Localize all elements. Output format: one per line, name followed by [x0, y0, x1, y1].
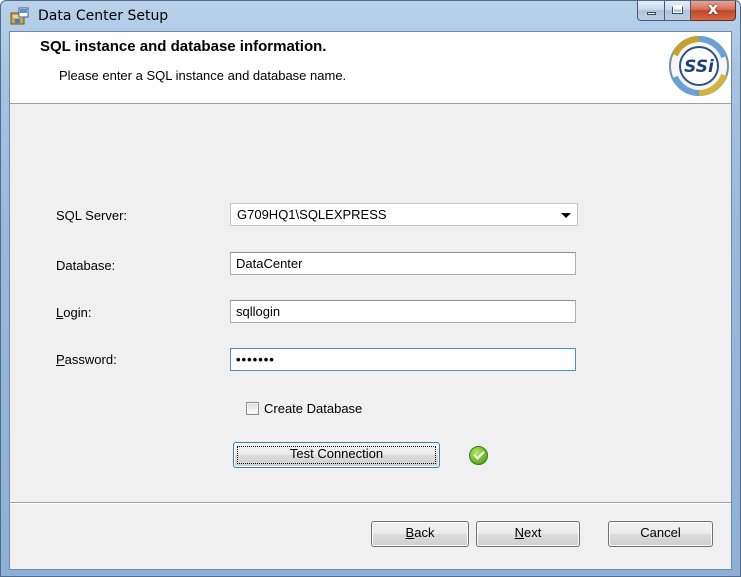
- back-accel: B: [405, 525, 415, 540]
- password-value: •••••••: [236, 352, 275, 367]
- ssi-logo-icon: SSi: [669, 36, 729, 96]
- minimize-button[interactable]: [637, 1, 665, 21]
- password-label: Password:: [56, 352, 117, 367]
- login-input[interactable]: sqllogin: [230, 300, 576, 323]
- next-accel: N: [514, 525, 525, 540]
- test-connection-label: Test Connection: [289, 446, 384, 461]
- check-circle-icon: [469, 446, 488, 465]
- close-button[interactable]: x: [691, 0, 736, 21]
- dialog-client-area: SQL instance and database information. P…: [9, 31, 732, 570]
- sql-server-dropdown[interactable]: G709HQ1\SQLEXPRESS: [230, 203, 578, 226]
- setup-window: Data Center Setup x SQL instance and dat…: [0, 0, 741, 577]
- minimize-icon: [647, 12, 656, 15]
- login-label-rest: ogin:: [63, 305, 92, 320]
- close-icon: x: [707, 0, 719, 18]
- header-banner: SQL instance and database information. P…: [10, 32, 731, 104]
- password-input[interactable]: •••••••: [230, 348, 576, 371]
- cancel-button[interactable]: Cancel: [608, 521, 713, 547]
- chevron-down-icon[interactable]: [561, 213, 571, 218]
- back-label: Back: [406, 525, 435, 540]
- create-database-checkbox[interactable]: Create Database: [246, 401, 406, 419]
- checkmark-icon: [473, 448, 485, 460]
- cancel-label: Cancel: [640, 525, 681, 540]
- window-title: Data Center Setup: [38, 8, 169, 24]
- create-database-label: Create Database: [264, 401, 363, 416]
- footer-divider: [10, 502, 731, 504]
- logo-text: SSi: [684, 57, 715, 77]
- password-label-accel: P: [56, 352, 65, 367]
- database-input[interactable]: DataCenter: [230, 252, 576, 275]
- database-value: DataCenter: [236, 256, 303, 271]
- installer-icon: [10, 7, 29, 25]
- sql-server-label: SQL Server:: [56, 208, 128, 223]
- next-rest: ext: [524, 525, 542, 540]
- checkbox-box[interactable]: [246, 402, 259, 415]
- next-button[interactable]: Next: [476, 521, 580, 547]
- caption-buttons: x: [637, 0, 736, 23]
- back-rest: ack: [414, 525, 435, 540]
- database-label: Database:: [56, 258, 116, 273]
- login-value: sqllogin: [236, 304, 281, 319]
- next-label: Next: [515, 525, 542, 540]
- password-label-rest: assword:: [64, 352, 117, 367]
- page-subtitle: Please enter a SQL instance and database…: [59, 68, 347, 83]
- maximize-icon: [672, 5, 683, 14]
- sql-server-value: G709HQ1\SQLEXPRESS: [237, 207, 387, 222]
- test-connection-button[interactable]: Test Connection: [233, 442, 440, 468]
- maximize-button[interactable]: [665, 1, 691, 21]
- login-label: Login:: [56, 305, 91, 320]
- back-button[interactable]: Back: [371, 521, 469, 547]
- title-bar[interactable]: Data Center Setup x: [1, 0, 740, 31]
- page-title: SQL instance and database information.: [40, 38, 327, 55]
